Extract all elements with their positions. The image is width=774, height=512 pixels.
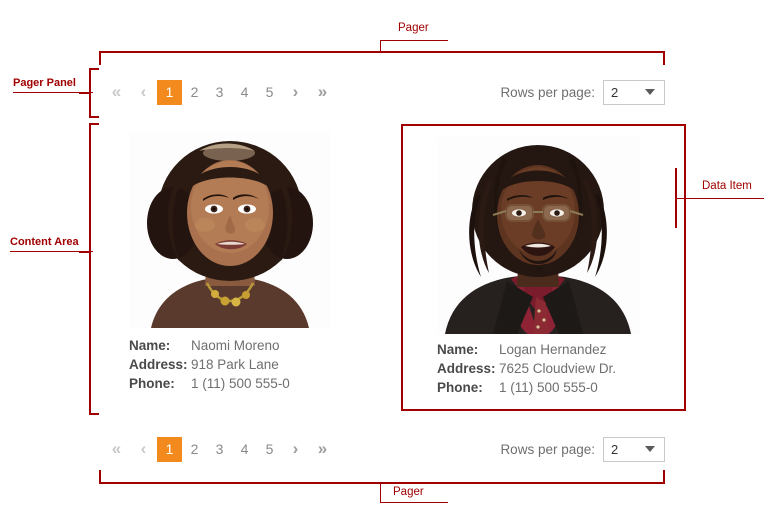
pager-bottom-page-5[interactable]: 5 [257,437,282,462]
annotation-pager-outline-right-tick [663,51,665,65]
chevron-right-icon[interactable]: › [282,80,309,105]
field-value-name: Logan Hernandez [499,342,607,357]
annotation-underline-pager-bottom [380,502,448,503]
field-row-address: Address: 7625 Cloudview Dr. [437,359,616,378]
portrait-woman-photo [129,131,331,328]
data-item-1-fields: Name: Naomi Moreno Address: 918 Park Lan… [129,336,290,393]
annotation-pager-outline-top [99,51,665,53]
annotation-bracket-pager-panel-bottom [89,116,99,118]
annotation-pager-bottom-right-tick [663,470,665,484]
portrait-man-photo [437,137,640,334]
portrait-man-svg [437,137,640,334]
annotation-underline-data-item [684,198,764,199]
annotation-bracket-content-bottom [89,413,99,415]
screenshot-root: Pager Pager Panel Content Area Data Item… [0,0,774,512]
field-value-address: 918 Park Lane [191,357,279,372]
field-label-address: Address: [129,357,188,372]
field-value-phone: 1 (11) 500 555-0 [499,380,598,395]
pager-bottom-page-1[interactable]: 1 [157,436,182,462]
chevron-left-icon[interactable]: ‹ [130,437,157,462]
double-chevron-left-icon[interactable]: « [103,80,130,105]
field-value-name: Naomi Moreno [191,338,280,353]
annotation-pager-bottom-outline [99,482,665,484]
field-value-phone: 1 (11) 500 555-0 [191,376,290,391]
pager-top-buttons[interactable]: « ‹ 1 2 3 4 5 › » [103,79,336,105]
field-label-phone: Phone: [129,376,175,391]
annotation-bracket-pager-panel-top [89,68,99,70]
chevron-left-icon[interactable]: ‹ [130,80,157,105]
field-label-phone: Phone: [437,380,483,395]
annotation-underline-pager-top [380,40,448,41]
chevron-right-icon[interactable]: › [282,437,309,462]
annotation-pager-outline-left-tick [99,51,101,65]
pager-top-page-5[interactable]: 5 [257,80,282,105]
rows-per-page-value-bottom: 2 [611,441,619,457]
field-label-name: Name: [437,342,479,357]
data-item-2[interactable]: Name: Logan Hernandez Address: 7625 Clou… [401,124,686,411]
double-chevron-right-icon[interactable]: » [309,437,336,462]
field-row-phone: Phone: 1 (11) 500 555-0 [437,378,616,397]
field-label-address: Address: [437,361,496,376]
double-chevron-right-icon[interactable]: » [309,80,336,105]
field-value-address: 7625 Cloudview Dr. [499,361,617,376]
pager-top[interactable]: « ‹ 1 2 3 4 5 › » Rows per page: 2 [99,70,665,114]
annotation-label-pager-panel: Pager Panel [13,77,76,89]
field-row-name: Name: Naomi Moreno [129,336,290,355]
annotation-pager-bottom-left-tick [99,470,101,484]
data-item-2-fields: Name: Logan Hernandez Address: 7625 Clou… [437,340,616,397]
annotation-label-data-item: Data Item [702,180,752,192]
field-row-address: Address: 918 Park Lane [129,355,290,374]
rows-per-page-value-top: 2 [611,84,619,100]
annotation-bracket-content-vert [89,123,91,415]
field-row-phone: Phone: 1 (11) 500 555-0 [129,374,290,393]
annotation-bracket-content-top [89,123,99,125]
field-label-name: Name: [129,338,171,353]
annotation-label-pager-top: Pager [398,22,429,34]
pager-bottom-page-2[interactable]: 2 [182,437,207,462]
rows-per-page-label-bottom: Rows per page: [500,441,595,457]
annotation-leader-pager-bottom-vert [380,484,381,502]
rows-per-page-label-top: Rows per page: [500,84,595,100]
pager-bottom[interactable]: « ‹ 1 2 3 4 5 › » Rows per page: 2 [99,427,665,471]
pager-bottom-buttons[interactable]: « ‹ 1 2 3 4 5 › » [103,436,336,462]
annotation-label-pager-bottom: Pager [393,486,424,498]
rows-per-page-select-bottom[interactable]: 2 [603,436,665,462]
portrait-woman-svg [129,131,331,328]
pager-top-page-3[interactable]: 3 [207,80,232,105]
annotation-bracket-pager-panel-vert [89,68,91,118]
double-chevron-left-icon[interactable]: « [103,437,130,462]
pager-top-page-1[interactable]: 1 [157,79,182,105]
pager-top-page-4[interactable]: 4 [232,80,257,105]
pager-bottom-page-3[interactable]: 3 [207,437,232,462]
annotation-label-content-area: Content Area [10,236,79,248]
field-row-name: Name: Logan Hernandez [437,340,616,359]
rows-per-page-top[interactable]: Rows per page: 2 [500,79,665,105]
rows-per-page-select-top[interactable]: 2 [603,79,665,105]
pager-top-page-2[interactable]: 2 [182,80,207,105]
pager-bottom-page-4[interactable]: 4 [232,437,257,462]
rows-per-page-bottom[interactable]: Rows per page: 2 [500,436,665,462]
data-item-1[interactable]: Name: Naomi Moreno Address: 918 Park Lan… [112,122,344,410]
chevron-down-icon[interactable] [645,446,655,452]
chevron-down-icon[interactable] [645,89,655,95]
